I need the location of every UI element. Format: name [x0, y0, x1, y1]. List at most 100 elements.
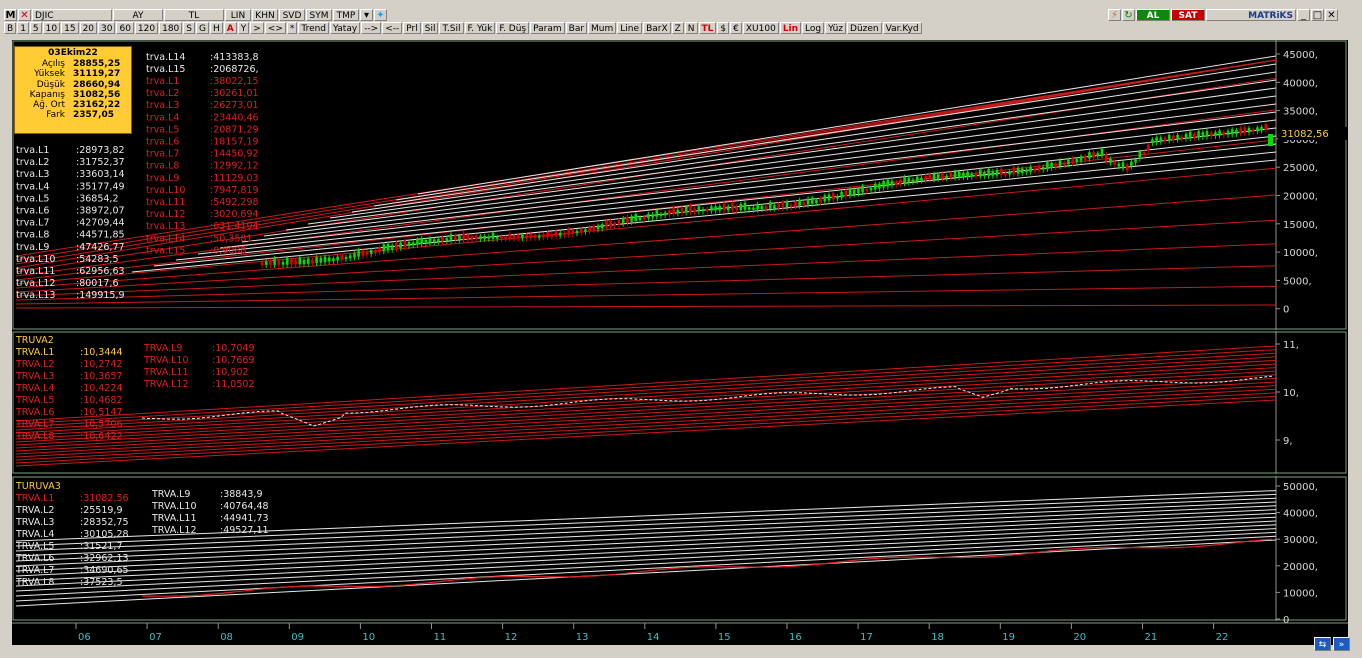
candle-body: [710, 206, 713, 211]
interval-button-0[interactable]: B: [4, 22, 17, 34]
tool-button-17[interactable]: $: [717, 22, 730, 34]
interval-button-9[interactable]: 180: [159, 22, 183, 34]
label-name: TRVA.L5: [15, 541, 54, 552]
candle-body: [558, 232, 562, 236]
scroll-end-icon[interactable]: »: [1333, 637, 1350, 651]
lin-button[interactable]: LIN: [225, 9, 251, 21]
close-icon[interactable]: ✕: [1325, 9, 1338, 21]
tool-button-5[interactable]: Sil: [421, 22, 439, 34]
tool-button-15[interactable]: N: [684, 22, 698, 34]
twitter-icon[interactable]: ✦: [374, 9, 387, 21]
sym-button[interactable]: SYM: [306, 9, 332, 21]
label-name: TRVA.L10: [151, 501, 197, 512]
refresh-icon[interactable]: ↻: [1122, 9, 1135, 21]
channel-line-red: [15, 59, 1277, 261]
tool-button-13[interactable]: BarX: [643, 22, 671, 34]
candle-body: [924, 175, 927, 181]
candle-body: [1247, 127, 1251, 133]
interval-button-14[interactable]: Y: [237, 22, 250, 34]
tool-button-0[interactable]: Trend: [298, 22, 330, 34]
label-name: trva.L1: [16, 145, 49, 156]
ohlc-value: 23162,22: [73, 100, 121, 111]
tool-button-12[interactable]: Line: [617, 22, 643, 34]
chart-svg[interactable]: 45000,40000,35000,30000,25000,20000,1500…: [12, 40, 1348, 645]
tool-button-23[interactable]: Düzen: [847, 22, 882, 34]
label-name: trva.L3: [146, 100, 179, 111]
period-ay-button[interactable]: AY: [113, 9, 163, 21]
tool-button-10[interactable]: Bar: [565, 22, 588, 34]
minimize-icon[interactable]: _: [1297, 9, 1310, 21]
label-name: trva.L2: [146, 88, 179, 99]
candle-body: [722, 203, 726, 211]
interval-button-10[interactable]: S: [183, 22, 196, 34]
label-value: :7947,819: [210, 185, 259, 196]
khn-button[interactable]: KHN: [252, 9, 278, 21]
tool-button-16[interactable]: TL: [698, 22, 717, 34]
tool-button-20[interactable]: Lin: [779, 22, 802, 34]
candle-body: [651, 214, 654, 218]
interval-button-7[interactable]: 60: [116, 22, 134, 34]
flag-icon[interactable]: ✕: [18, 9, 31, 21]
candle-body: [1079, 156, 1083, 161]
tool-button-19[interactable]: XU100: [742, 22, 779, 34]
label-value: :31521,7: [80, 541, 123, 552]
interval-button-1[interactable]: 1: [17, 22, 29, 34]
nav-button-0[interactable]: >: [250, 22, 264, 34]
tool-button-7[interactable]: F. Yük: [464, 22, 496, 34]
candle-body: [802, 202, 806, 206]
channel-line-white: [351, 79, 1277, 213]
buy-button[interactable]: AL: [1136, 9, 1170, 21]
candle-body: [575, 230, 579, 234]
interval-button-12[interactable]: H: [210, 22, 223, 34]
tool-button-22[interactable]: Yüz: [825, 22, 847, 34]
label-value: :36854,2: [76, 193, 119, 204]
period-tl-button[interactable]: TL: [164, 9, 224, 21]
tool-button-14[interactable]: Z: [671, 22, 684, 34]
nav-button-1[interactable]: <>: [264, 22, 286, 34]
y-tick-label: 35000,: [1283, 107, 1318, 118]
interval-button-11[interactable]: G: [196, 22, 209, 34]
tmp-button[interactable]: TMP: [333, 9, 359, 21]
lightning-icon[interactable]: ⚡: [1108, 9, 1121, 21]
label-name: TRVA.L7: [15, 419, 54, 430]
tool-button-9[interactable]: Param: [530, 22, 565, 34]
tool-button-24[interactable]: Var.Kyd: [882, 22, 922, 34]
tool-button-21[interactable]: Log: [802, 22, 825, 34]
interval-button-13[interactable]: A: [223, 22, 237, 34]
symbol-field[interactable]: DJIC: [32, 9, 112, 21]
tool-button-4[interactable]: Prl: [403, 22, 421, 34]
ohlc-label: Açılış: [41, 59, 65, 69]
interval-button-2[interactable]: 5: [29, 22, 42, 34]
interval-button-3[interactable]: 10: [42, 22, 61, 34]
candle-body: [932, 173, 936, 180]
label-name: TRVA.L10: [143, 355, 189, 366]
tool-button-11[interactable]: Mum: [588, 22, 617, 34]
scroll-sync-icon[interactable]: ⇆: [1314, 637, 1331, 651]
label-value: :34690,65: [80, 565, 129, 576]
label-value: :10,3444: [80, 347, 123, 358]
candle-body: [588, 227, 591, 231]
candle-body: [920, 177, 923, 181]
label-name: trva.L8: [146, 161, 179, 172]
tool-button-1[interactable]: Yatay: [330, 22, 361, 34]
chevron-down-icon[interactable]: ▾: [360, 9, 373, 21]
tool-button-18[interactable]: €: [730, 22, 742, 34]
label-name: TRVA.L3: [15, 371, 54, 382]
candle-body: [794, 201, 797, 207]
svd-button[interactable]: SVD: [279, 9, 305, 21]
maximize-icon[interactable]: □: [1311, 9, 1324, 21]
interval-button-6[interactable]: 30: [98, 22, 116, 34]
interval-button-4[interactable]: 15: [61, 22, 79, 34]
nav-button-2[interactable]: *: [286, 22, 298, 34]
menu-m-icon[interactable]: M: [4, 9, 17, 21]
tool-button-6[interactable]: T.Sil: [439, 22, 464, 34]
interval-button-8[interactable]: 120: [134, 22, 159, 34]
chart-area[interactable]: 45000, 40000, 35000, 30000, 25000, 20000, 1500…: [12, 40, 1348, 645]
candle-body: [1058, 160, 1062, 167]
candle-body: [966, 171, 969, 177]
tool-button-3[interactable]: <--: [382, 22, 403, 34]
interval-button-5[interactable]: 20: [79, 22, 98, 34]
sell-button[interactable]: SAT: [1171, 9, 1205, 21]
tool-button-2[interactable]: -->: [361, 22, 382, 34]
tool-button-8[interactable]: F. Düş: [496, 22, 530, 34]
